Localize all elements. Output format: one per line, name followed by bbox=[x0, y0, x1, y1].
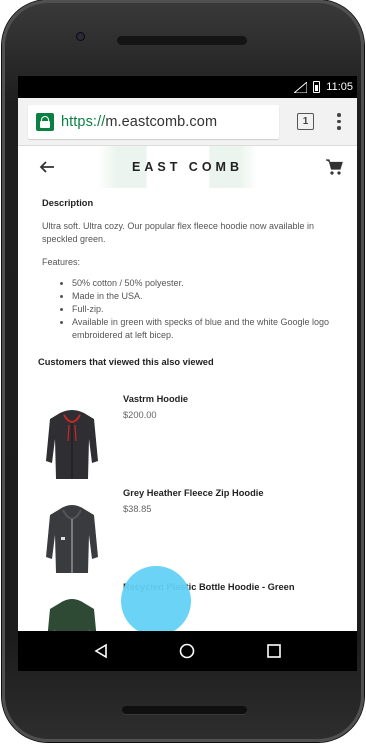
overflow-menu-icon[interactable] bbox=[329, 112, 349, 132]
description-title: Description bbox=[42, 198, 94, 208]
related-product-item[interactable]: Vastrm Hoodie $200.00 bbox=[38, 393, 343, 487]
status-time: 11:05 bbox=[326, 81, 353, 93]
product-name[interactable]: Grey Heather Fleece Zip Hoodie bbox=[123, 487, 264, 500]
nav-recents-icon[interactable] bbox=[263, 640, 285, 662]
nav-back-icon[interactable] bbox=[90, 640, 112, 662]
nav-home-icon[interactable] bbox=[176, 640, 198, 662]
browser-toolbar: https://m.eastcomb.com 1 bbox=[18, 98, 357, 146]
product-image bbox=[46, 410, 98, 479]
url-scheme: https:// bbox=[61, 113, 106, 130]
url-host: m.eastcomb.com bbox=[105, 113, 218, 130]
front-camera bbox=[77, 33, 84, 40]
status-bar: 11:05 bbox=[18, 76, 357, 98]
cart-icon[interactable] bbox=[325, 158, 343, 176]
feature-item: 50% cotton / 50% polyester. bbox=[72, 277, 343, 290]
url-text: https://m.eastcomb.com bbox=[61, 114, 217, 130]
features-label: Features: bbox=[42, 257, 81, 267]
features-list: 50% cotton / 50% polyester. Made in the … bbox=[42, 277, 343, 342]
site-header: EAST COMB bbox=[18, 146, 357, 188]
feature-item: Available in green with specks of blue a… bbox=[72, 316, 343, 342]
brand-title[interactable]: EAST COMB bbox=[18, 160, 357, 174]
system-nav-bar bbox=[18, 631, 357, 671]
tab-switcher-button[interactable]: 1 bbox=[297, 113, 314, 130]
screen: 11:05 https://m.eastcomb.com 1 EAST COMB… bbox=[18, 76, 357, 671]
battery-icon bbox=[313, 81, 321, 93]
feature-item: Made in the USA. bbox=[72, 290, 343, 303]
address-bar[interactable]: https://m.eastcomb.com bbox=[28, 104, 279, 139]
description-body: Ultra soft. Ultra cozy. Our popular flex… bbox=[42, 221, 314, 244]
product-price: $200.00 bbox=[123, 410, 157, 420]
signal-icon bbox=[294, 81, 308, 93]
touch-indicator bbox=[121, 566, 191, 636]
product-name[interactable]: Vastrm Hoodie bbox=[123, 393, 188, 406]
product-image bbox=[46, 505, 98, 573]
product-price: $38.85 bbox=[123, 504, 152, 514]
lock-icon bbox=[36, 112, 54, 131]
bottom-speaker bbox=[122, 706, 247, 714]
related-products-title: Customers that viewed this also viewed bbox=[38, 357, 214, 367]
earpiece-speaker bbox=[117, 36, 247, 45]
related-product-item[interactable]: Grey Heather Fleece Zip Hoodie $38.85 bbox=[38, 487, 343, 581]
feature-item: Full-zip. bbox=[72, 303, 343, 316]
